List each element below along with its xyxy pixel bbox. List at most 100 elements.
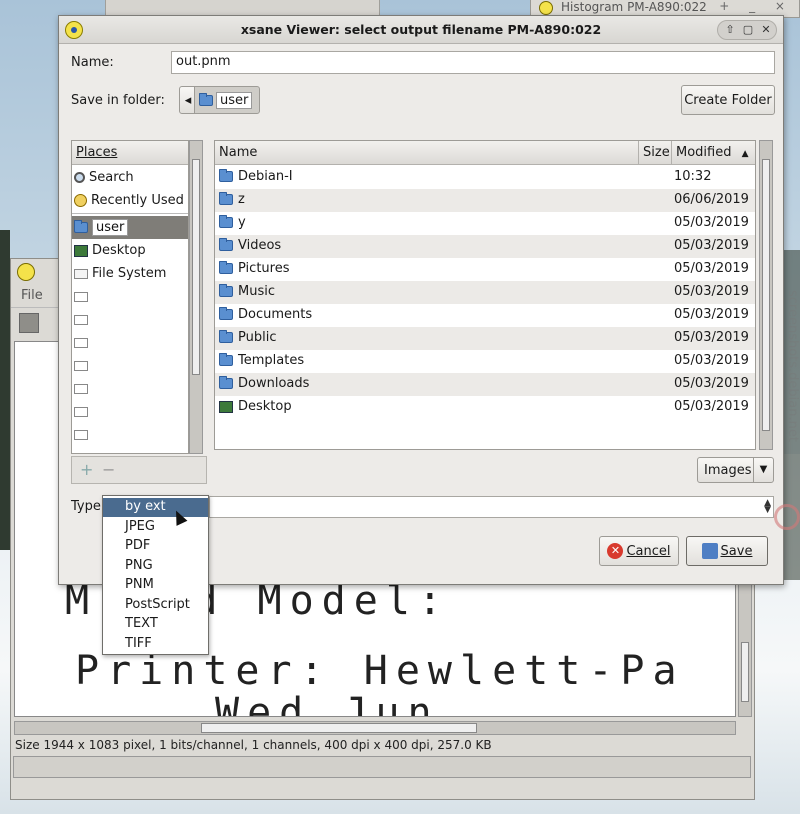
folder-icon [219,284,233,297]
scroll-thumb[interactable] [762,159,770,431]
file-name-cell: y [219,215,246,230]
dialog-title: xsane Viewer: select output filename PM-… [240,22,602,37]
file-name-cell: Public [219,330,276,345]
file-row[interactable]: Debian-I 10:32 [215,166,755,189]
sort-ascending-icon: ▲ [741,149,749,159]
type-option[interactable]: by ext [103,498,208,517]
places-item-drive[interactable] [72,423,188,446]
folder-icon [219,353,233,366]
places-item-recently-used[interactable]: Recently Used [72,189,188,212]
column-modified-label: Modified [676,145,732,160]
cancel-icon: ✕ [607,543,624,559]
places-scrollbar[interactable] [189,140,203,454]
type-combo[interactable]: ▲ ▼ [209,496,774,518]
viewer-progress-bar [13,756,751,778]
filename-input[interactable]: out.pnm [171,51,775,74]
type-option[interactable]: TEXT [103,615,208,634]
path-folder-button[interactable]: user [194,86,260,114]
drive-icon [74,360,88,371]
file-modified: 05/03/2019 [674,376,749,391]
file-name-cell: Debian-I [219,169,293,184]
window-controls[interactable]: + _ × [719,0,793,13]
places-item-drive[interactable] [72,285,188,308]
file-modified: 05/03/2019 [674,284,749,299]
scroll-thumb[interactable] [741,642,749,702]
places-item-drive[interactable] [72,400,188,423]
column-name[interactable]: Name [215,141,639,165]
places-divider [72,213,188,214]
add-bookmark-icon[interactable]: + [80,460,93,479]
places-item-drive[interactable] [72,308,188,331]
folder-icon [219,215,233,228]
cancel-label: Cancel [626,543,671,559]
file-row[interactable]: Documents 05/03/2019 [215,304,755,327]
column-size[interactable]: Size [639,141,672,165]
file-name: Debian-I [238,169,293,184]
places-item-label: Recently Used [91,193,184,208]
file-name-cell: Downloads [219,376,309,391]
create-folder-button[interactable]: Create Folder [681,85,775,115]
type-option[interactable]: PNM [103,576,208,595]
file-name: Desktop [238,399,292,414]
file-row[interactable]: Public 05/03/2019 [215,327,755,350]
close-icon[interactable]: ✕ [757,22,775,38]
background-window-top [105,0,380,16]
cancel-button[interactable]: ✕ Cancel [599,536,679,566]
drive-icon [74,337,88,348]
viewer-horizontal-scrollbar[interactable] [14,721,736,735]
places-item-drive[interactable] [72,377,188,400]
file-row[interactable]: z 06/06/2019 [215,189,755,212]
type-label: Type [71,499,101,514]
watermark-logo [774,504,800,530]
folder-icon [74,220,88,233]
file-modified: 05/03/2019 [674,399,749,414]
save-label: Save [720,543,753,559]
file-row[interactable]: Videos 05/03/2019 [215,235,755,258]
name-label: Name: [71,55,114,70]
type-option[interactable]: PostScript [103,596,208,615]
file-name-cell: Templates [219,353,304,368]
file-modified: 06/06/2019 [674,192,749,207]
file-name-cell: Music [219,284,275,299]
recent-icon [74,194,87,207]
column-modified[interactable]: Modified ▲ [672,141,755,165]
places-item-drive[interactable] [72,354,188,377]
folder-icon [219,307,233,320]
maximize-up-icon[interactable]: ⇧ [721,22,739,38]
restore-icon[interactable]: ▢ [739,22,757,38]
folder-icon [219,261,233,274]
folder-icon [219,238,233,251]
scan-text-line: Wed Jun [215,690,440,717]
toolbar-button[interactable] [19,313,39,333]
places-item-search[interactable]: Search [72,166,188,189]
save-button[interactable]: Save [686,536,768,566]
dialog-titlebar[interactable]: xsane Viewer: select output filename PM-… [59,16,783,44]
places-item-file-system[interactable]: File System [72,262,188,285]
file-row[interactable]: Downloads 05/03/2019 [215,373,755,396]
remove-bookmark-icon[interactable]: − [102,460,115,479]
file-name: y [238,215,246,230]
file-name: z [238,192,245,207]
type-option[interactable]: PDF [103,537,208,556]
type-option[interactable]: PNG [103,557,208,576]
places-item-drive[interactable] [72,331,188,354]
file-row[interactable]: Desktop 05/03/2019 [215,396,755,419]
window-controls: ⇧ ▢ ✕ [717,20,777,40]
places-item-user[interactable]: user [72,216,188,239]
path-folder-label: user [216,91,253,109]
file-name: Templates [238,353,305,368]
file-row[interactable]: Pictures 05/03/2019 [215,258,755,281]
scroll-thumb[interactable] [201,723,477,733]
file-filter-combo[interactable]: Images ▼ [697,457,774,483]
file-row[interactable]: y 05/03/2019 [215,212,755,235]
places-header[interactable]: Places [72,141,188,165]
type-option[interactable]: TIFF [103,635,208,654]
places-item-label: Search [89,170,134,185]
places-item-desktop[interactable]: Desktop [72,239,188,262]
file-name-cell: z [219,192,245,207]
file-row[interactable]: Music 05/03/2019 [215,281,755,304]
scroll-thumb[interactable] [192,159,200,375]
menu-file[interactable]: File [21,288,43,303]
type-option[interactable]: JPEG [103,518,208,537]
file-row[interactable]: Templates 05/03/2019 [215,350,755,373]
